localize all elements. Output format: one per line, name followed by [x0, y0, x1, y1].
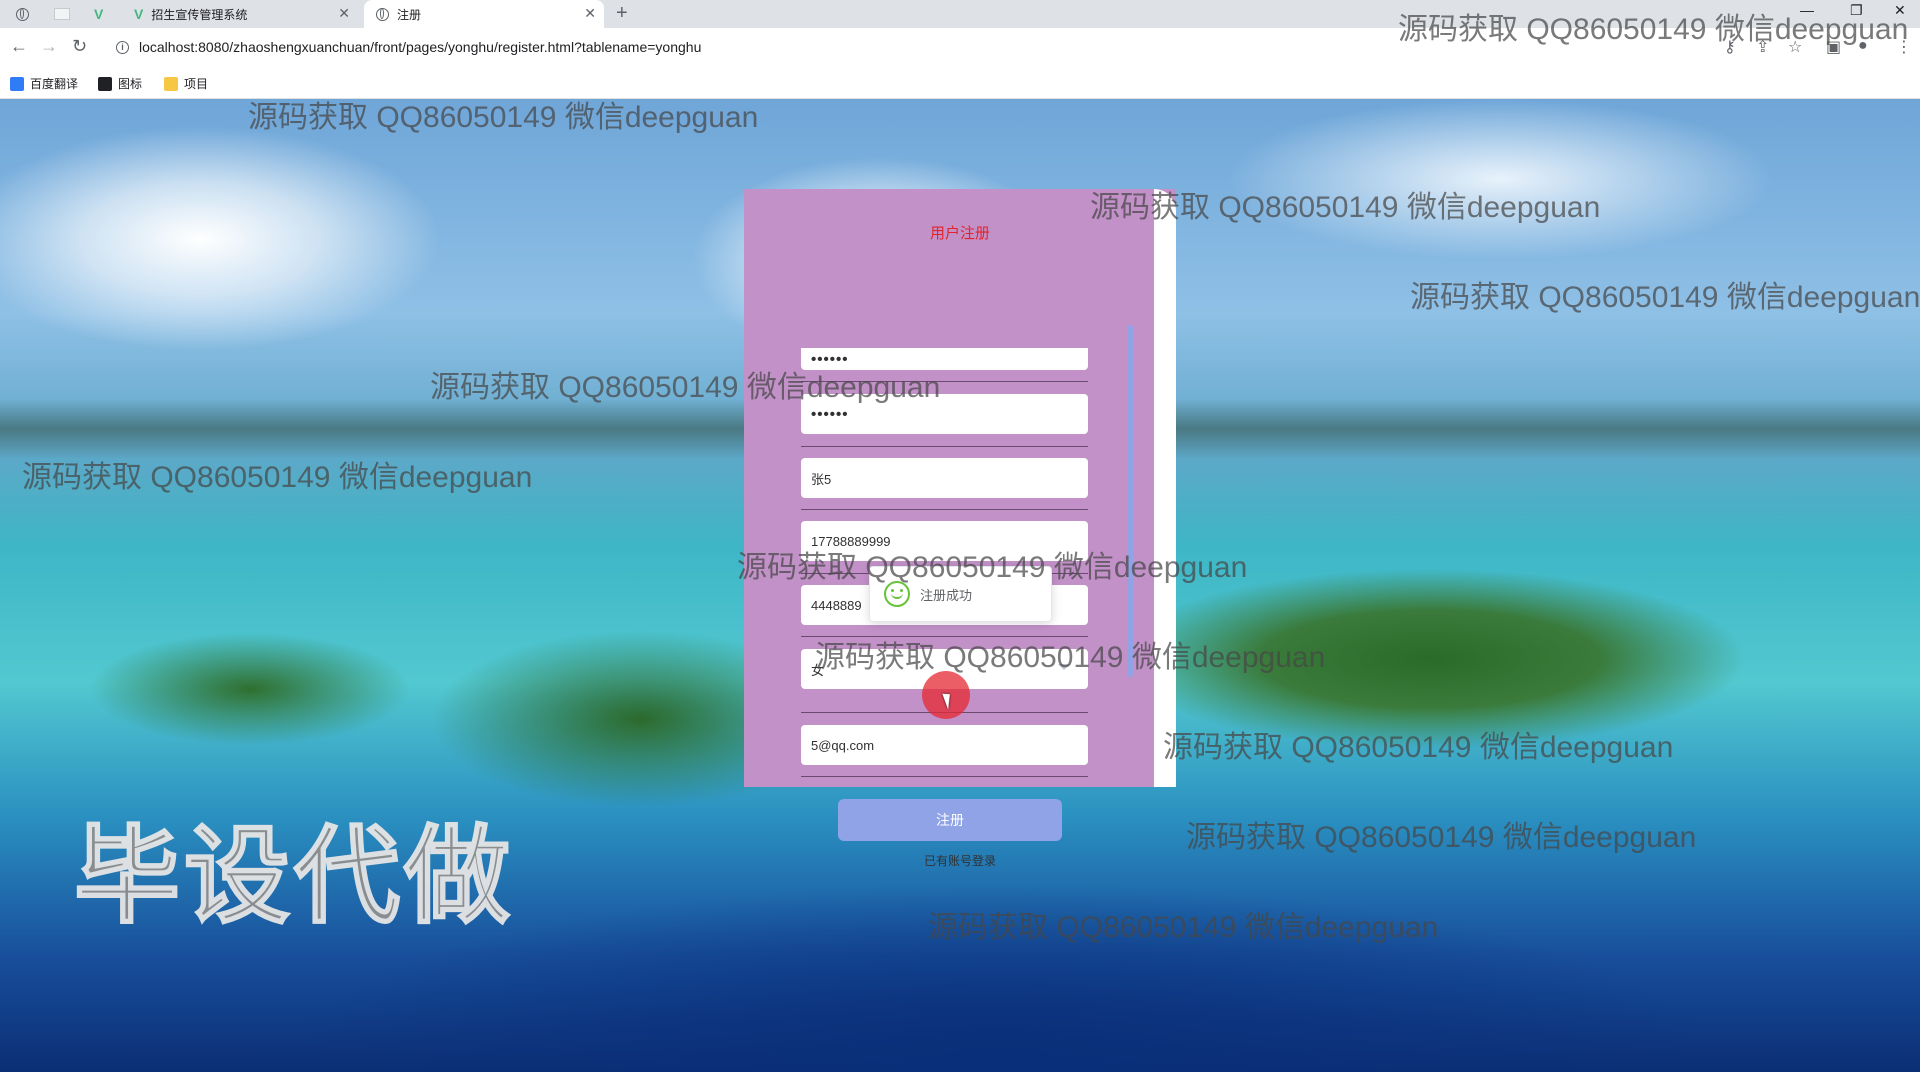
id-number-value: 4448889	[811, 597, 862, 613]
name-value: 张5	[811, 471, 832, 487]
tab-1[interactable]	[16, 0, 44, 28]
forward-arrow-icon[interactable]: →	[40, 36, 58, 57]
vue-logo-icon: V	[134, 6, 144, 22]
reload-icon[interactable]: ↻	[72, 36, 87, 57]
toast-message: 注册成功	[920, 587, 973, 603]
confirm-password-value: ••••••	[811, 405, 849, 423]
email-value: 5@qq.com	[811, 737, 875, 753]
bookmark-label: 百度翻译	[30, 77, 79, 91]
name-field[interactable]: 张5	[801, 458, 1088, 498]
close-icon[interactable]: ✕	[338, 5, 350, 22]
close-icon[interactable]: ✕	[584, 5, 596, 22]
bookmark-project-folder[interactable]: 项目	[164, 75, 208, 92]
email-field[interactable]: 5@qq.com	[801, 725, 1088, 765]
globe-icon	[376, 7, 389, 21]
bookmark-label: 项目	[184, 77, 209, 91]
image-icon	[98, 76, 112, 91]
watermark-text: 源码获取 QQ86050149 微信deepguan	[248, 101, 759, 134]
url-text[interactable]: localhost:8080/zhaoshengxuanchuan/front/…	[139, 39, 701, 55]
blank-page-icon	[54, 8, 70, 20]
back-arrow-icon[interactable]: ←	[10, 36, 28, 57]
card-right-edge	[1154, 189, 1176, 787]
baidu-translate-icon	[10, 76, 24, 91]
form-scrollbar[interactable]	[1127, 325, 1133, 677]
watermark-text: 源码获取 QQ86050149 微信deepguan	[928, 911, 1439, 944]
tab-admin-system[interactable]: V 招生宣传管理系统 ✕	[134, 0, 358, 28]
watermark-text: 源码获取 QQ86050149 微信deepguan	[1398, 13, 1909, 46]
tab-title: 注册	[397, 7, 422, 22]
vue-logo-icon: V	[94, 6, 104, 22]
watermark-text: 源码获取 QQ86050149 微信deepguan	[1410, 281, 1920, 314]
tab-title: 招生宣传管理系统	[151, 7, 248, 22]
watermark-text: 源码获取 QQ86050149 微信deepguan	[737, 551, 1248, 584]
field-divider	[801, 509, 1088, 510]
bookmark-label: 图标	[118, 77, 143, 91]
bookmark-baidu-translate[interactable]: 百度翻译	[10, 75, 78, 92]
big-watermark: 毕设代做	[73, 817, 514, 937]
watermark-text: 源码获取 QQ86050149 微信deepguan	[1163, 731, 1674, 764]
watermark-text: 源码获取 QQ86050149 微信deepguan	[1090, 191, 1601, 224]
watermark-text: 源码获取 QQ86050149 微信deepguan	[22, 461, 533, 494]
folder-icon	[164, 76, 178, 91]
watermark-text: 源码获取 QQ86050149 微信deepguan	[430, 371, 941, 404]
bookmark-icons[interactable]: 图标	[98, 75, 142, 92]
globe-icon	[16, 7, 29, 21]
tab-3[interactable]: V	[94, 0, 122, 28]
info-icon[interactable]: i	[116, 40, 129, 54]
watermark-text: 源码获取 QQ86050149 微信deepguan	[815, 641, 1326, 674]
field-divider	[801, 776, 1088, 777]
tab-register[interactable]: 注册 ✕	[364, 0, 604, 28]
login-link[interactable]: 已有账号登录	[744, 852, 1176, 869]
tab-2[interactable]	[54, 0, 82, 28]
register-button[interactable]: 注册	[838, 799, 1062, 841]
new-tab-plus-icon[interactable]: +	[616, 2, 628, 25]
field-divider	[801, 446, 1088, 447]
watermark-text: 源码获取 QQ86050149 微信deepguan	[1186, 821, 1697, 854]
